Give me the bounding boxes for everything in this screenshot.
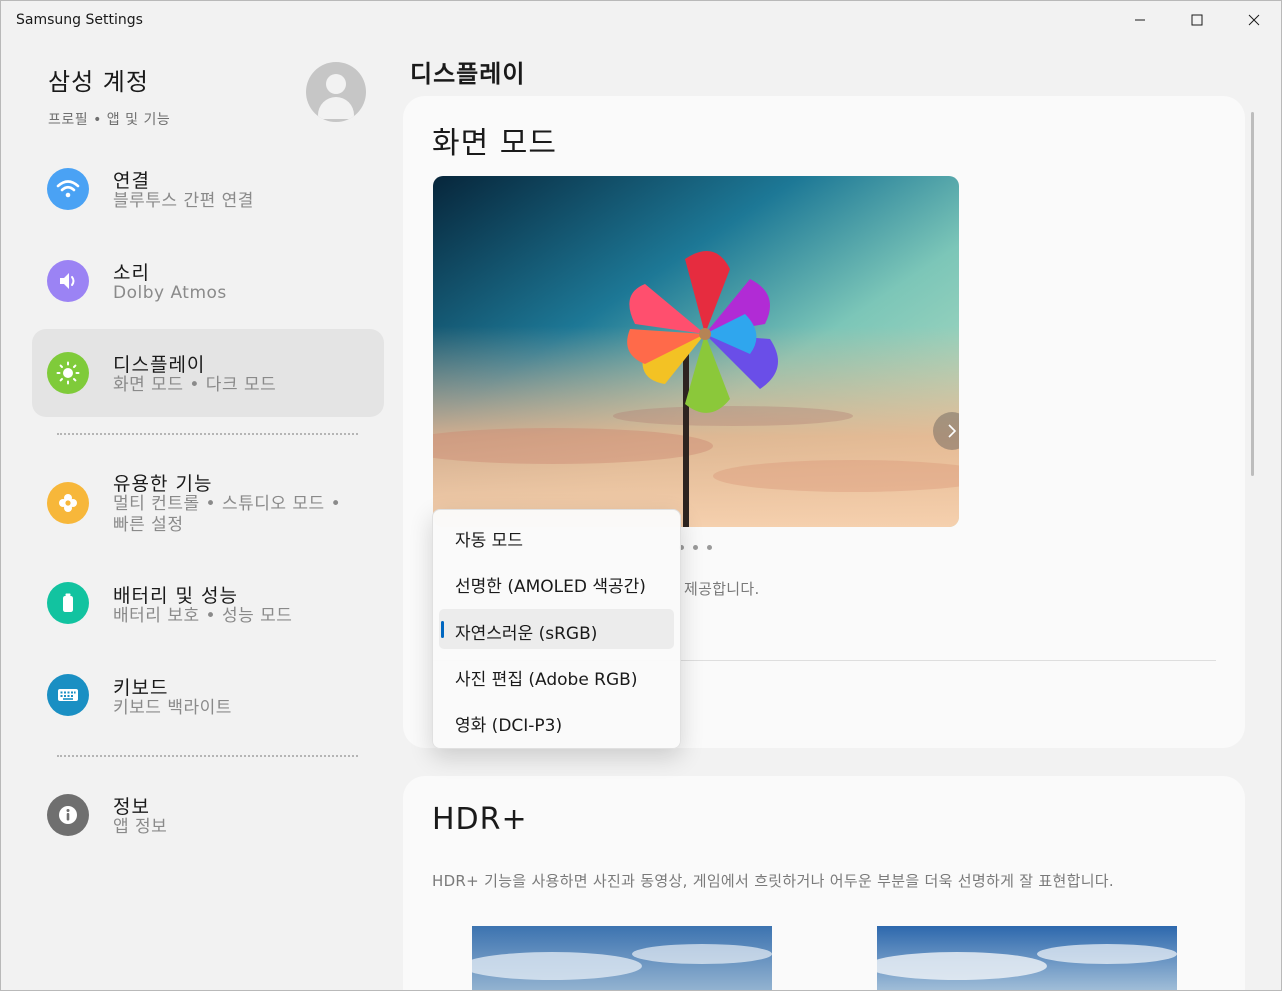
- screen-mode-dropdown: 자동 모드 선명한 (AMOLED 색공간) 자연스러운 (sRGB) 사진 편…: [432, 509, 681, 749]
- sidebar-item-connection[interactable]: 연결 블루투스 간편 연결: [32, 146, 384, 234]
- info-icon: [47, 794, 89, 836]
- sidebar-item-title: 유용한 기능: [113, 473, 213, 495]
- flower-icon: [47, 482, 89, 524]
- hdr-title: HDR+: [432, 802, 528, 837]
- hdr-preview-off-image: [472, 926, 772, 991]
- hdr-description: HDR+ 기능을 사용하면 사진과 동영상, 게임에서 흐릿하거나 어두운 부분…: [432, 872, 1114, 890]
- sidebar-item-display[interactable]: 디스플레이 화면 모드 • 다크 모드: [32, 329, 384, 417]
- title-bar: Samsung Settings: [0, 0, 1282, 40]
- sidebar-item-title: 연결: [113, 170, 150, 192]
- sidebar-item-info[interactable]: 정보 앱 정보: [32, 780, 384, 868]
- carousel-page-indicator: [679, 545, 712, 550]
- sidebar-item-subtitle: 앱 정보: [113, 817, 168, 837]
- maximize-button[interactable]: [1169, 0, 1225, 40]
- sidebar-item-battery[interactable]: 배터리 및 성능 배터리 보호 • 성능 모드: [32, 570, 384, 658]
- sidebar-item-keyboard[interactable]: 키보드 키보드 백라이트: [32, 662, 384, 750]
- battery-icon: [47, 582, 89, 624]
- avatar-body-shape: [318, 97, 354, 119]
- speaker-icon: [47, 260, 89, 302]
- dropdown-option-label: 자연스러운 (sRGB): [455, 624, 598, 644]
- sidebar-item-sound[interactable]: 소리 Dolby Atmos: [32, 238, 384, 326]
- sidebar-item-subtitle-line1: 멀티 컨트롤 • 스튜디오 모드 •: [113, 494, 342, 514]
- sidebar-item-title: 배터리 및 성능: [113, 585, 238, 607]
- dropdown-option-vivid[interactable]: 선명한 (AMOLED 색공간): [439, 562, 674, 602]
- maximize-icon: [1191, 14, 1203, 26]
- dropdown-option-auto[interactable]: 자동 모드: [439, 516, 674, 556]
- sidebar-divider: [57, 755, 358, 757]
- app-title: Samsung Settings: [16, 12, 143, 28]
- sidebar-item-title: 키보드: [113, 677, 169, 699]
- page-dot[interactable]: [707, 545, 712, 550]
- main-scrollbar[interactable]: [1251, 112, 1254, 476]
- avatar[interactable]: [306, 62, 366, 122]
- close-button[interactable]: [1226, 0, 1282, 40]
- sidebar-divider: [57, 433, 358, 435]
- minimize-icon: [1135, 19, 1145, 21]
- account-subtitle: 프로필 • 앱 및 기능: [48, 112, 171, 128]
- account-section[interactable]: 삼성 계정 프로필 • 앱 및 기능: [48, 62, 170, 129]
- hdr-preview-on-image: [877, 926, 1177, 991]
- page-dot[interactable]: [693, 545, 698, 550]
- keyboard-icon: [47, 674, 89, 716]
- close-icon: [1248, 14, 1260, 26]
- sidebar-item-subtitle: 배터리 보호 • 성능 모드: [113, 606, 293, 626]
- screen-mode-description: 제공합니다.: [684, 580, 760, 598]
- account-name: 삼성 계정: [48, 68, 149, 96]
- sidebar-item-subtitle-line2: 빠른 설정: [113, 515, 184, 535]
- sidebar-item-subtitle: 화면 모드 • 다크 모드: [113, 375, 277, 395]
- sidebar-item-title: 소리: [113, 262, 150, 284]
- dropdown-option-label: 선명한 (AMOLED 색공간): [455, 577, 646, 597]
- screen-mode-title: 화면 모드: [432, 126, 557, 161]
- dropdown-option-photo-editing[interactable]: 사진 편집 (Adobe RGB): [439, 655, 674, 695]
- sidebar-item-subtitle: 블루투스 간편 연결: [113, 191, 254, 211]
- selection-indicator: [441, 621, 444, 638]
- sidebar-item-subtitle: 키보드 백라이트: [113, 698, 232, 718]
- hdr-card: HDR+ HDR+ 기능을 사용하면 사진과 동영상, 게임에서 흐릿하거나 어…: [403, 776, 1245, 991]
- dropdown-option-natural[interactable]: 자연스러운 (sRGB): [439, 609, 674, 649]
- page-title: 디스플레이: [410, 60, 526, 88]
- brightness-icon: [47, 352, 89, 394]
- chevron-right-icon: [948, 424, 957, 438]
- wifi-icon: [47, 168, 89, 210]
- avatar-head-shape: [326, 74, 346, 94]
- minimize-button[interactable]: [1112, 0, 1168, 40]
- sidebar-item-useful-features[interactable]: 유용한 기능 멀티 컨트롤 • 스튜디오 모드 • 빠른 설정: [32, 458, 384, 546]
- dropdown-option-label: 자동 모드: [455, 531, 523, 551]
- sidebar-item-subtitle: Dolby Atmos: [113, 283, 227, 303]
- dropdown-option-label: 사진 편집 (Adobe RGB): [455, 670, 638, 690]
- dropdown-option-label: 영화 (DCI-P3): [455, 716, 563, 736]
- sidebar-item-title: 정보: [113, 796, 150, 818]
- dropdown-option-cinema[interactable]: 영화 (DCI-P3): [439, 701, 674, 741]
- sidebar-item-title: 디스플레이: [113, 354, 206, 376]
- screen-mode-preview-image: [433, 176, 959, 527]
